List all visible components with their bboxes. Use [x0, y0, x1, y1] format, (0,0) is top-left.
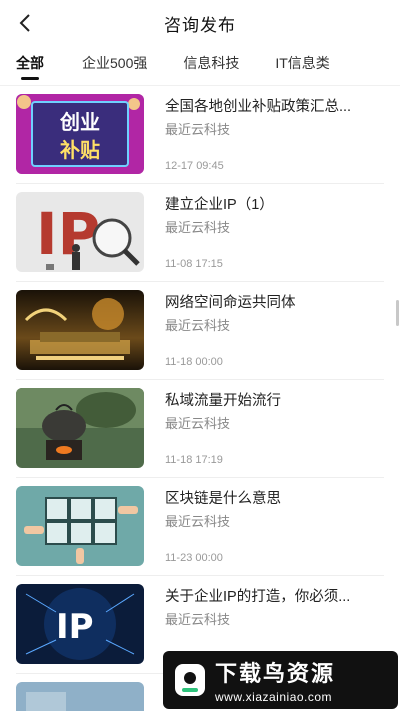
svg-text:IP: IP	[36, 200, 100, 268]
svg-text:创业: 创业	[59, 110, 100, 134]
list-item[interactable]: 区块链是什么意思 最近云科技 11-23 00:00	[0, 478, 400, 576]
chevron-left-icon	[19, 14, 30, 32]
list-item[interactable]: 网络空间命运共同体 最近云科技 11-18 00:00	[0, 282, 400, 380]
article-source: 最近云科技	[165, 122, 231, 137]
article-thumbnail	[16, 486, 144, 566]
app-header: 咨询发布	[0, 0, 400, 46]
article-title: 建立企业IP（1）	[165, 197, 274, 213]
scrollbar[interactable]	[396, 300, 399, 326]
article-title: 全国各地创业补贴政策汇总...	[165, 99, 352, 115]
list-item[interactable]: IP 建立企业IP（1） 最近云科技 11-08 17:15	[0, 184, 400, 282]
svg-text:IP: IP	[56, 607, 94, 647]
list-item[interactable]: 私域流量开始流行 最近云科技 11-18 17:19	[0, 380, 400, 478]
article-title: 区块链是什么意思	[165, 491, 281, 507]
article-source: 最近云科技	[165, 612, 231, 627]
watermark-title: 下载鸟资源	[215, 661, 336, 686]
article-time: 11-08 17:15	[165, 258, 223, 270]
tab-it-info[interactable]: IT信息类	[267, 46, 337, 86]
article-time: 11-18 17:19	[165, 454, 223, 466]
article-time: 11-18 00:00	[165, 356, 223, 368]
article-thumbnail	[16, 290, 144, 370]
article-thumbnail: IP	[16, 192, 144, 272]
article-time: 12-17 09:45	[165, 160, 224, 172]
article-title: 私域流量开始流行	[165, 393, 281, 409]
article-source: 最近云科技	[165, 318, 231, 333]
article-source: 最近云科技	[165, 220, 231, 235]
tab-all[interactable]: 全部	[8, 46, 52, 86]
category-tabs: 全部 企业500强 信息科技 IT信息类	[0, 46, 400, 86]
article-thumbnail	[16, 682, 144, 711]
article-title: 关于企业IP的打造，你必须...	[165, 589, 351, 605]
article-title: 网络空间命运共同体	[165, 295, 296, 311]
article-thumbnail: 创业 补贴	[16, 94, 144, 174]
tab-top500[interactable]: 企业500强	[74, 46, 155, 86]
article-thumbnail: IP	[16, 584, 144, 664]
tab-info-tech[interactable]: 信息科技	[175, 46, 247, 86]
article-time: 11-23 00:00	[165, 552, 223, 564]
article-thumbnail	[16, 388, 144, 468]
page-title: 咨询发布	[164, 15, 236, 35]
article-source: 最近云科技	[165, 514, 231, 529]
back-button[interactable]	[12, 10, 38, 36]
watermark-badge: 下载鸟资源 www.xiazainiao.com	[163, 651, 398, 709]
svg-text:补贴: 补贴	[59, 138, 100, 162]
article-source: 最近云科技	[165, 416, 231, 431]
watermark-url: www.xiazainiao.com	[215, 690, 333, 704]
list-item[interactable]: 创业 补贴 全国各地创业补贴政策汇总... 最近云科技 12-17 09:45	[0, 86, 400, 184]
bird-logo-icon	[175, 664, 205, 696]
